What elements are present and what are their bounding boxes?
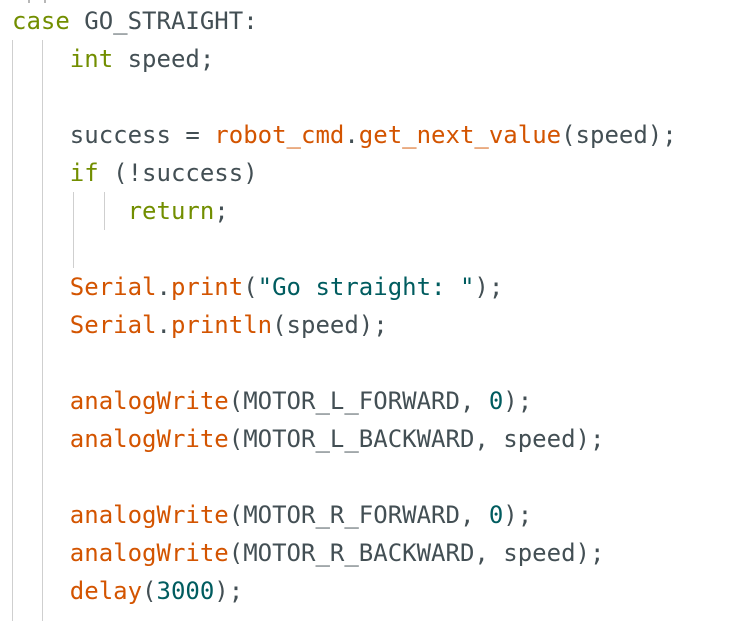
code-line[interactable]: if (!success) <box>12 154 258 192</box>
code-token-number: 3000 <box>156 577 215 605</box>
code-token-number: 0 <box>488 387 504 415</box>
code-token-func: analogWrite <box>69 425 229 453</box>
code-token-keyword: return <box>127 197 215 225</box>
code-token-func: println <box>170 311 273 339</box>
code-token-plain: (MOTOR_R_BACKWARD, speed); <box>228 539 605 567</box>
code-line[interactable]: analogWrite(MOTOR_R_BACKWARD, speed); <box>12 534 605 572</box>
code-line[interactable]: int speed; <box>12 40 215 78</box>
code-line[interactable]: analogWrite(MOTOR_R_FORWARD, 0); <box>12 496 532 534</box>
code-token-func: Serial <box>69 273 157 301</box>
code-token-plain: ); <box>503 501 533 529</box>
code-token-func: get_next_value <box>358 121 562 149</box>
code-token-plain: GO_STRAIGHT: <box>69 7 258 35</box>
code-token-plain: (speed); <box>272 311 388 339</box>
code-token-plain: . <box>156 273 171 301</box>
code-token-func: analogWrite <box>69 501 229 529</box>
code-token-plain: ); <box>503 387 533 415</box>
code-line[interactable]: success = robot_cmd.get_next_value(speed… <box>12 116 677 154</box>
code-token-plain: . <box>344 121 359 149</box>
code-token-func: Serial <box>69 311 157 339</box>
code-token-plain: (MOTOR_L_FORWARD, <box>228 387 489 415</box>
code-token-plain: ; <box>214 197 229 225</box>
code-token-plain: (MOTOR_R_FORWARD, <box>228 501 489 529</box>
code-token-func: robot_cmd <box>214 121 345 149</box>
code-token-plain: (MOTOR_L_BACKWARD, speed); <box>228 425 605 453</box>
code-token-plain: speed; <box>113 45 215 73</box>
code-token-plain: ); <box>214 577 244 605</box>
code-token-func: delay <box>69 577 143 605</box>
code-token-func: analogWrite <box>69 387 229 415</box>
code-token-plain: success = <box>12 121 215 149</box>
code-token-func: print <box>170 273 244 301</box>
code-token-keyword: case <box>12 7 70 35</box>
code-editor[interactable]: case GO_STRAIGHT: int speed; success = r… <box>0 0 749 621</box>
code-token-plain: ( <box>243 273 258 301</box>
code-token-string: "Go straight: " <box>257 273 475 301</box>
code-line[interactable]: return; <box>12 192 229 230</box>
code-token-plain: . <box>156 311 171 339</box>
code-token-keyword: int <box>69 45 114 73</box>
code-line[interactable]: Serial.print("Go straight: "); <box>12 268 504 306</box>
code-line[interactable]: analogWrite(MOTOR_L_BACKWARD, speed); <box>12 420 605 458</box>
code-line[interactable]: case GO_STRAIGHT: <box>12 2 258 40</box>
code-token-number: 0 <box>488 501 504 529</box>
code-token-plain: (speed); <box>561 121 677 149</box>
code-line[interactable]: Serial.println(speed); <box>12 306 388 344</box>
code-token-plain: ); <box>474 273 504 301</box>
code-line[interactable]: analogWrite(MOTOR_L_FORWARD, 0); <box>12 382 532 420</box>
code-token-func: analogWrite <box>69 539 229 567</box>
code-token-plain: (!success) <box>98 159 258 187</box>
code-line[interactable]: delay(3000); <box>12 572 243 610</box>
code-token-keyword: if <box>69 159 99 187</box>
code-token-plain: ( <box>142 577 157 605</box>
